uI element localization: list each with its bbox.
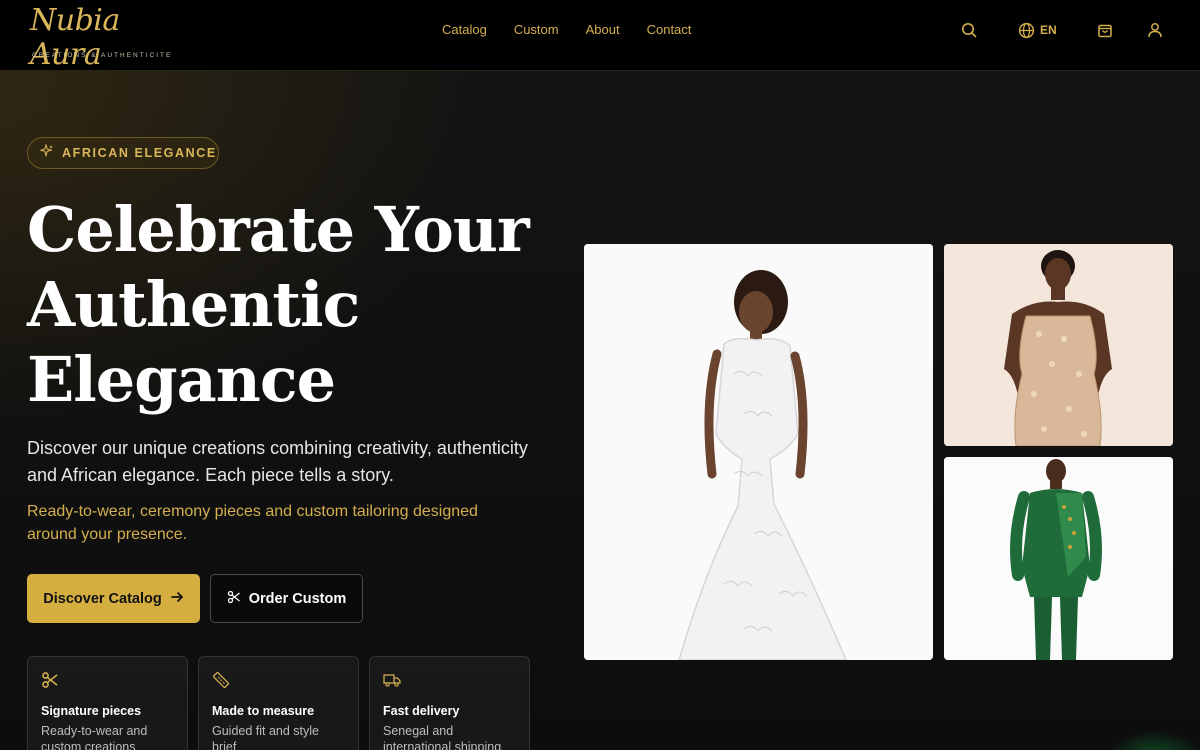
ruler-icon xyxy=(212,671,230,693)
feature-desc: Guided fit and style brief xyxy=(212,724,320,750)
hero-subtext: Ready-to-wear, ceremony pieces and custo… xyxy=(27,503,478,543)
hero-description: Discover our unique creations combining … xyxy=(27,438,528,485)
search-icon[interactable] xyxy=(959,20,979,40)
site-header: Nubia Aura CREATIONS & AUTHENTICITE Cata… xyxy=(0,0,1200,72)
feature-card-measure: Made to measure Guided fit and style bri… xyxy=(198,656,359,750)
discover-catalog-label: Discover Catalog xyxy=(43,590,162,607)
language-selector[interactable]: EN xyxy=(1040,23,1057,37)
feature-title: Made to measure xyxy=(212,704,315,718)
order-custom-button[interactable]: Order Custom xyxy=(210,574,363,623)
feature-card-signature: Signature pieces Ready-to-wear and custo… xyxy=(27,656,188,750)
scissors-icon xyxy=(227,590,241,608)
lace-gown-image[interactable] xyxy=(584,244,933,660)
chat-widget-glow xyxy=(1110,720,1200,750)
hero-badge: AFRICAN ELEGANCE xyxy=(27,137,219,169)
green-suit-image[interactable] xyxy=(944,457,1173,660)
hero-title: Celebrate Your Authentic Elegance xyxy=(27,192,547,417)
feature-desc: Senegal and international shipping xyxy=(383,724,502,750)
hero-title-line: Authentic xyxy=(27,268,360,341)
scissors-icon xyxy=(41,672,59,693)
shopping-bag-icon[interactable] xyxy=(1095,20,1115,40)
badge-label: AFRICAN ELEGANCE xyxy=(62,146,217,160)
feature-title: Fast delivery xyxy=(383,704,460,718)
discover-catalog-button[interactable]: Discover Catalog xyxy=(27,574,200,623)
feature-desc: Ready-to-wear and custom creations xyxy=(41,724,148,750)
feature-card-delivery: Fast delivery Senegal and international … xyxy=(369,656,530,750)
feature-title: Signature pieces xyxy=(41,704,142,718)
user-icon[interactable] xyxy=(1145,20,1165,40)
order-custom-label: Order Custom xyxy=(248,590,347,607)
truck-icon xyxy=(383,674,401,693)
arrow-right-icon xyxy=(170,590,184,608)
brand-tagline: CREATIONS & AUTHENTICITE xyxy=(32,52,173,59)
sequin-dress-image[interactable] xyxy=(944,244,1173,446)
sparkles-icon xyxy=(39,142,54,163)
hero-title-line: Celebrate Your xyxy=(27,193,530,266)
hero-title-line: Elegance xyxy=(27,343,336,416)
globe-icon[interactable] xyxy=(1016,20,1036,40)
